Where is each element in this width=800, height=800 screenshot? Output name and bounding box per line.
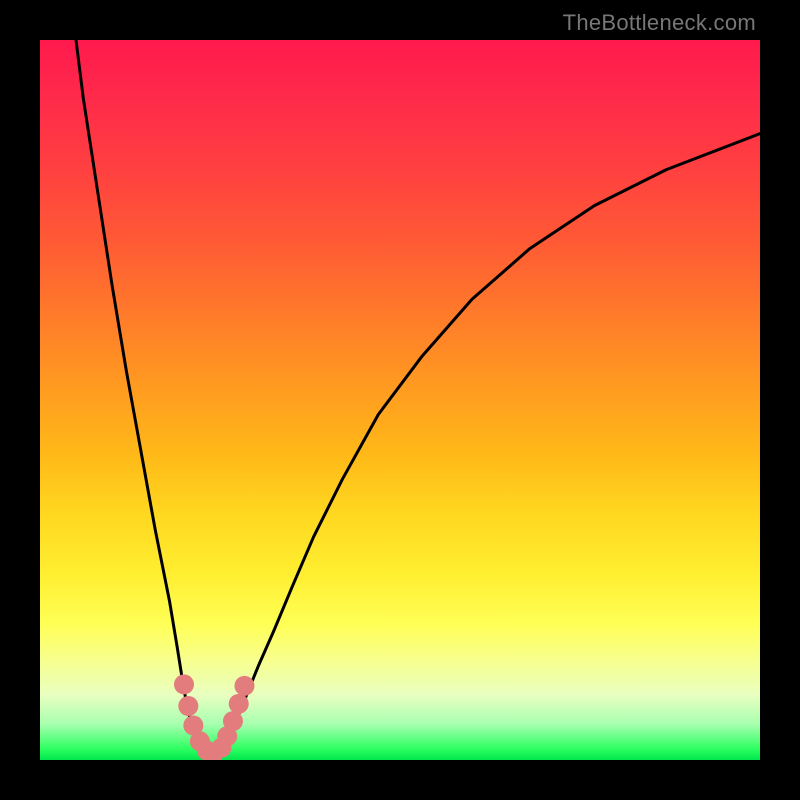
bottleneck-curve xyxy=(76,40,760,757)
watermark-text: TheBottleneck.com xyxy=(563,10,756,36)
chart-svg xyxy=(40,40,760,760)
marker-left-cluster xyxy=(178,696,198,716)
marker-right-cluster xyxy=(223,711,243,731)
marker-right-cluster xyxy=(234,676,254,696)
outer-frame: TheBottleneck.com xyxy=(0,0,800,800)
chart-plot-area xyxy=(40,40,760,760)
curve-right-arm xyxy=(216,134,760,754)
marker-left-cluster xyxy=(174,674,194,694)
marker-points xyxy=(174,674,254,760)
marker-right-cluster xyxy=(229,694,249,714)
curve-left-arm xyxy=(76,40,209,754)
